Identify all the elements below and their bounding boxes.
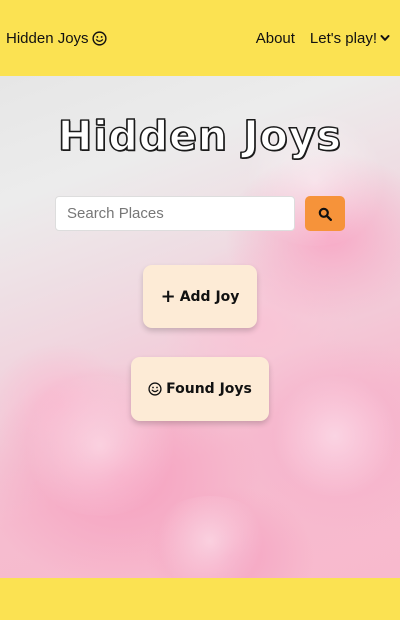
dropdown-label: Let's play!: [309, 29, 377, 47]
brand-link[interactable]: Hidden Joys: [6, 30, 107, 47]
search-icon: [318, 207, 332, 221]
add-joy-button[interactable]: + Add Joy: [143, 265, 257, 328]
smoke-puff: [270, 376, 400, 496]
navbar: Hidden Joys About Let's play!: [0, 0, 400, 76]
smoke-puff: [150, 496, 270, 578]
add-joy-label: Add Joy: [179, 288, 240, 305]
about-link[interactable]: About: [256, 30, 295, 47]
found-joys-button[interactable]: Found Joys: [131, 357, 269, 421]
brand-text: Hidden Joys: [6, 29, 89, 47]
chevron-down-icon: [380, 35, 390, 41]
search-button[interactable]: [305, 196, 345, 231]
found-joys-label: Found Joys: [166, 381, 252, 397]
footer: [0, 578, 400, 620]
smile-icon: [148, 382, 162, 396]
lets-play-dropdown[interactable]: Let's play!: [310, 30, 390, 47]
smile-icon: [91, 30, 107, 46]
nav-links: About Let's play!: [256, 30, 390, 47]
search-input[interactable]: [55, 196, 295, 231]
page-title: Hidden Joys: [57, 111, 342, 160]
plus-icon: +: [160, 285, 176, 307]
